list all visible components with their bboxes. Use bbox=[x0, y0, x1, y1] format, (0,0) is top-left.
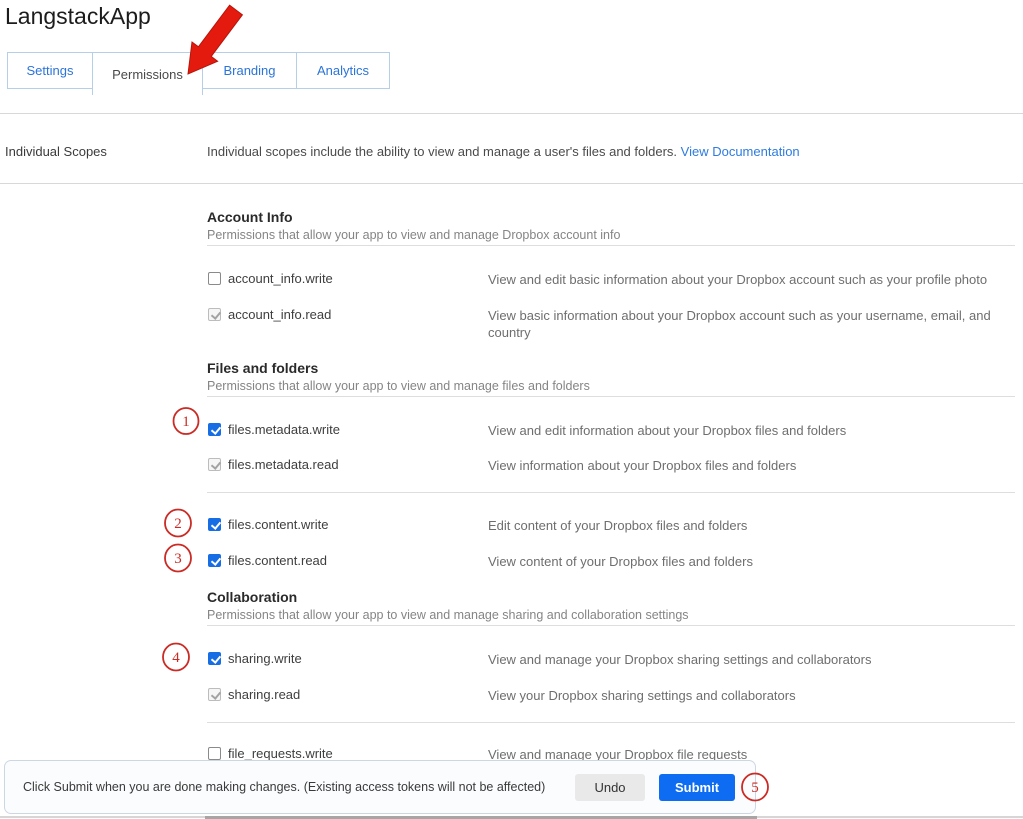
app-console-page: LangstackApp Settings Permissions Brandi… bbox=[0, 0, 1023, 819]
svg-text:1: 1 bbox=[182, 414, 190, 430]
tab-permissions[interactable]: Permissions bbox=[92, 52, 203, 95]
permission-description: View and edit basic information about yo… bbox=[488, 271, 1000, 288]
svg-text:3: 3 bbox=[174, 551, 182, 567]
permission-description: View and manage your Dropbox sharing set… bbox=[488, 651, 1000, 668]
scopes-description-text: Individual scopes include the ability to… bbox=[207, 144, 681, 159]
divider bbox=[207, 722, 1015, 723]
section-title-files-and-folders: Files and folders bbox=[207, 360, 318, 376]
checkbox-account-info-read bbox=[208, 308, 221, 321]
submit-button[interactable]: Submit bbox=[659, 774, 735, 801]
checkbox-file-requests-write[interactable] bbox=[208, 747, 221, 760]
permission-label: account_info.read bbox=[228, 307, 331, 322]
permission-description: View information about your Dropbox file… bbox=[488, 457, 1000, 474]
permission-row: account_info.read bbox=[208, 307, 331, 322]
permission-label: sharing.write bbox=[228, 651, 302, 666]
svg-text:4: 4 bbox=[172, 650, 180, 666]
annotation-circle-4: 4 bbox=[163, 644, 189, 671]
page-title: LangstackApp bbox=[5, 3, 151, 30]
section-subtitle-account-info: Permissions that allow your app to view … bbox=[207, 228, 620, 242]
permission-row: files.content.write bbox=[208, 517, 328, 532]
permission-description: View and edit information about your Dro… bbox=[488, 422, 1000, 439]
permission-row: files.content.read bbox=[208, 553, 327, 568]
individual-scopes-label: Individual Scopes bbox=[5, 144, 107, 159]
submit-banner-message: Click Submit when you are done making ch… bbox=[23, 761, 545, 813]
checkbox-sharing-write[interactable] bbox=[208, 652, 221, 665]
permission-label: files.content.read bbox=[228, 553, 327, 568]
checkbox-files-content-write[interactable] bbox=[208, 518, 221, 531]
checkbox-files-metadata-read bbox=[208, 458, 221, 471]
divider bbox=[0, 113, 1023, 114]
checkbox-files-metadata-write[interactable] bbox=[208, 423, 221, 436]
checkbox-files-content-read[interactable] bbox=[208, 554, 221, 567]
section-subtitle-files-and-folders: Permissions that allow your app to view … bbox=[207, 379, 590, 393]
section-title-account-info: Account Info bbox=[207, 209, 293, 225]
checkbox-account-info-write[interactable] bbox=[208, 272, 221, 285]
divider bbox=[0, 183, 1023, 184]
annotation-circle-1: 1 bbox=[174, 408, 199, 434]
tab-branding[interactable]: Branding bbox=[202, 52, 297, 89]
annotation-circle-2: 2 bbox=[165, 510, 191, 537]
individual-scopes-description: Individual scopes include the ability to… bbox=[207, 144, 800, 159]
permission-row: files.metadata.write bbox=[208, 422, 340, 437]
section-subtitle-collaboration: Permissions that allow your app to view … bbox=[207, 608, 689, 622]
divider bbox=[207, 245, 1015, 246]
undo-button[interactable]: Undo bbox=[575, 774, 645, 801]
divider bbox=[207, 625, 1015, 626]
permission-description: Edit content of your Dropbox files and f… bbox=[488, 517, 1000, 534]
section-title-collaboration: Collaboration bbox=[207, 589, 297, 605]
permission-label: account_info.write bbox=[228, 271, 333, 286]
permission-row: sharing.write bbox=[208, 651, 302, 666]
checkbox-sharing-read bbox=[208, 688, 221, 701]
permission-description: View your Dropbox sharing settings and c… bbox=[488, 687, 1000, 704]
permission-row: file_requests.write bbox=[208, 746, 333, 761]
annotation-circle-3: 3 bbox=[165, 545, 191, 572]
view-documentation-link[interactable]: View Documentation bbox=[681, 144, 800, 159]
divider bbox=[207, 396, 1015, 397]
divider bbox=[207, 492, 1015, 493]
permission-row: files.metadata.read bbox=[208, 457, 339, 472]
permission-description: View basic information about your Dropbo… bbox=[488, 307, 1000, 341]
submit-banner: Click Submit when you are done making ch… bbox=[4, 760, 756, 814]
tab-settings[interactable]: Settings bbox=[7, 52, 93, 89]
permission-row: account_info.write bbox=[208, 271, 333, 286]
permission-label: files.content.write bbox=[228, 517, 328, 532]
permission-label: files.metadata.read bbox=[228, 457, 339, 472]
svg-text:2: 2 bbox=[174, 516, 182, 532]
permission-row: sharing.read bbox=[208, 687, 300, 702]
permission-label: files.metadata.write bbox=[228, 422, 340, 437]
permission-label: file_requests.write bbox=[228, 746, 333, 761]
permission-description: View content of your Dropbox files and f… bbox=[488, 553, 1000, 570]
tab-analytics[interactable]: Analytics bbox=[296, 52, 390, 89]
permission-label: sharing.read bbox=[228, 687, 300, 702]
